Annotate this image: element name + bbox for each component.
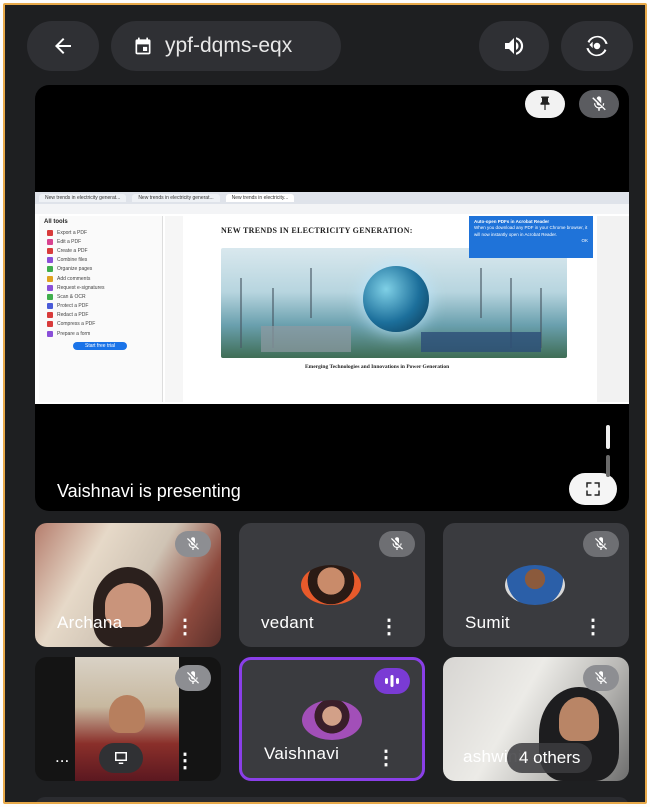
mic-off-badge (175, 531, 211, 557)
tool-item: Export a PDF (39, 228, 162, 237)
right-tool-strip (597, 216, 629, 402)
acrobat-tools-panel: All tools Export a PDF Edit a PDF Create… (39, 216, 163, 402)
mic-off-icon (595, 671, 607, 684)
tool-item: Add comments (39, 274, 162, 283)
presentation-stage[interactable]: New trends in electricity generat... New… (35, 85, 629, 511)
presenter-muted-badge (579, 90, 619, 118)
tool-item: Scan & OCR (39, 292, 162, 301)
more-options-button[interactable]: ⋮ (376, 748, 396, 768)
speaking-indicator (374, 668, 410, 694)
camera-flip-icon (586, 35, 608, 57)
present-screen-icon (115, 752, 127, 764)
fullscreen-button[interactable] (569, 473, 617, 505)
browser-toolbar (35, 204, 629, 214)
mic-off-badge (175, 665, 211, 691)
participant-name: Vaishnavi (264, 744, 340, 763)
scrollbar-thumb[interactable] (606, 425, 610, 449)
face-shape (109, 695, 145, 733)
tool-item: Combine files (39, 256, 162, 265)
tools-title: All tools (44, 219, 68, 225)
tool-item: Compress a PDF (39, 320, 162, 329)
meet-window: ypf-dqms-eqx New trends in electricity g… (3, 3, 647, 804)
participant-name: ... (55, 747, 70, 766)
mic-off-icon (187, 537, 199, 550)
pin-button[interactable] (525, 90, 565, 118)
doc-caption: Emerging Technologies and Innovations in… (305, 364, 450, 370)
popup-ok: OK (581, 237, 588, 243)
fullscreen-icon (586, 482, 600, 496)
presenter-label: Vaishnavi is presenting (57, 481, 241, 501)
popup-text: When you download any PDF in your Chrome… (474, 225, 588, 237)
switch-camera-button[interactable] (561, 21, 633, 71)
participant-tile[interactable]: Sumit ⋮ (443, 523, 629, 647)
shared-screen: New trends in electricity generat... New… (35, 192, 629, 404)
avatar (505, 565, 565, 605)
avatar (302, 700, 362, 740)
top-bar: ypf-dqms-eqx (5, 5, 645, 85)
scrollbar-track[interactable] (606, 455, 610, 477)
others-count-button[interactable]: 4 others (507, 743, 593, 773)
avatar (301, 565, 361, 605)
participant-tile[interactable]: Archana ⋮ (35, 523, 221, 647)
doc-title: NEW TRENDS IN ELECTRICITY GENERATION: (221, 226, 413, 235)
mic-off-badge (583, 665, 619, 691)
tool-item: Create a PDF (39, 246, 162, 255)
tool-item: Prepare a form (39, 329, 162, 338)
mic-off-badge (379, 531, 415, 557)
participant-tile[interactable]: Vaishnavi ⋮ (239, 657, 425, 781)
more-options-button[interactable]: ⋮ (379, 617, 399, 637)
more-options-button[interactable]: ⋮ (175, 751, 195, 771)
browser-tab: New trends in electricity generat... (132, 194, 220, 202)
participant-tile[interactable]: ... ⋮ (35, 657, 221, 781)
participant-tile[interactable]: ashwini 4 others (443, 657, 629, 781)
mic-off-badge (583, 531, 619, 557)
acrobat-popup: Auto-open PDFs in Acrobat Reader When yo… (469, 216, 593, 258)
calendar-icon (135, 37, 151, 55)
mic-off-icon (592, 96, 606, 111)
browser-tab: New trends in electricity generat... (39, 194, 127, 202)
browser-tabs: New trends in electricity generat... New… (35, 192, 629, 204)
audio-level-icon (385, 675, 399, 687)
mic-off-icon (187, 671, 199, 684)
volume-icon (505, 37, 524, 55)
meeting-code: ypf-dqms-eqx (165, 34, 293, 57)
tool-item: Organize pages (39, 265, 162, 274)
mic-off-icon (391, 537, 403, 550)
doc-illustration (221, 248, 567, 358)
audio-output-button[interactable] (479, 21, 549, 71)
participant-name: vedant (261, 613, 314, 632)
more-options-button[interactable]: ⋮ (583, 617, 603, 637)
start-trial-button: Start free trial (73, 342, 127, 351)
tool-item: Redact a PDF (39, 311, 162, 320)
present-button[interactable] (99, 743, 143, 773)
face-shape (559, 697, 599, 741)
tool-item: Edit a PDF (39, 237, 162, 246)
tool-item: Request e-signatures (39, 283, 162, 292)
mic-off-icon (595, 537, 607, 550)
bottom-controls-bar[interactable] (35, 797, 629, 802)
tool-item: Protect a PDF (39, 302, 162, 311)
turbines-illustration (240, 268, 542, 352)
pin-icon (540, 96, 550, 110)
more-options-button[interactable]: ⋮ (175, 617, 195, 637)
browser-tab: New trends in electricity... (225, 194, 295, 202)
back-button[interactable] (27, 21, 99, 71)
tool-strip (165, 216, 183, 402)
participant-name: Archana (57, 613, 123, 632)
meeting-code-button[interactable]: ypf-dqms-eqx (111, 21, 341, 71)
participant-tile[interactable]: vedant ⋮ (239, 523, 425, 647)
arrow-left-icon (55, 38, 71, 54)
participant-name: Sumit (465, 613, 510, 632)
